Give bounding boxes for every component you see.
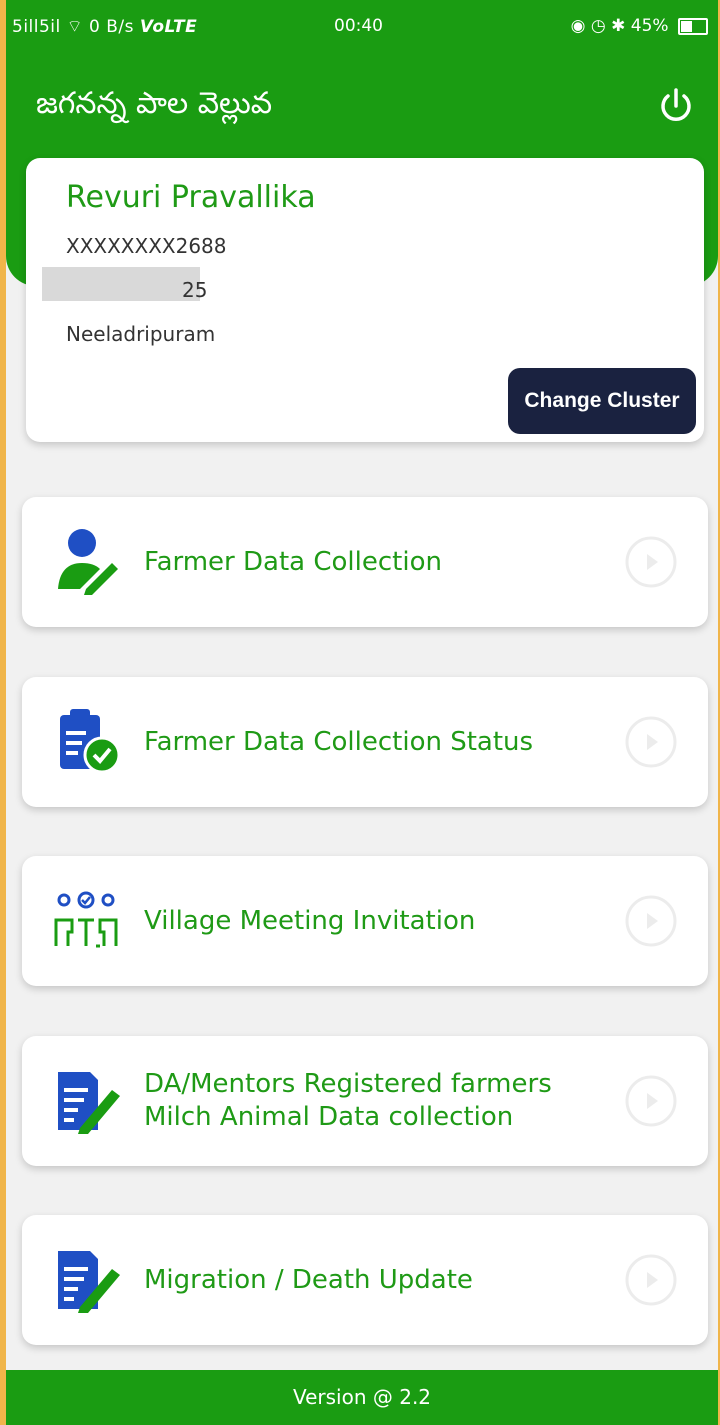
menu-village-meeting[interactable]: Village Meeting Invitation <box>22 856 708 986</box>
document-edit-icon <box>50 1066 126 1136</box>
redacted-block <box>42 267 200 301</box>
app-screen: 5ill5il ⌔ 0 B/s VoLTE 00:40 ◉ ◷ ✱ 45% జగ… <box>6 0 718 1425</box>
menu-label: Village Meeting Invitation <box>144 905 476 936</box>
profile-name: Revuri Pravallika <box>66 180 316 215</box>
profile-id: XXXXXXXX2688 <box>66 234 227 258</box>
power-icon[interactable] <box>656 86 696 126</box>
status-icons: ◉ ◷ ✱ <box>570 16 631 36</box>
play-circle-icon[interactable] <box>624 535 678 589</box>
version-footer: Version @ 2.2 <box>6 1370 718 1425</box>
clipboard-check-icon <box>50 707 126 777</box>
user-edit-icon <box>50 527 126 597</box>
app-title: జగనన్న పాల వెల్లువ <box>36 86 273 121</box>
menu-farmer-data-status[interactable]: Farmer Data Collection Status <box>22 677 708 807</box>
menu-label: Farmer Data Collection <box>144 546 442 577</box>
change-cluster-button[interactable]: Change Cluster <box>508 368 696 434</box>
signal-icon: 5ill5il <box>12 17 61 37</box>
menu-farmer-data-collection[interactable]: Farmer Data Collection <box>22 497 708 627</box>
menu-label: Farmer Data Collection Status <box>144 726 534 757</box>
play-circle-icon[interactable] <box>624 1074 678 1128</box>
profile-card: Revuri Pravallika XXXXXXXX2688 25 Neelad… <box>26 158 704 442</box>
status-left: 5ill5il ⌔ 0 B/s VoLTE <box>12 16 197 37</box>
battery-percent: 45% <box>630 16 669 36</box>
battery-icon <box>678 17 708 35</box>
meeting-icon <box>50 886 126 956</box>
play-circle-icon[interactable] <box>624 894 678 948</box>
menu-migration-death-update[interactable]: Migration / Death Update <box>22 1215 708 1345</box>
menu-label: Migration / Death Update <box>144 1264 473 1295</box>
network-speed: 0 B/s <box>89 17 135 37</box>
status-bar: 5ill5il ⌔ 0 B/s VoLTE 00:40 ◉ ◷ ✱ 45% <box>6 0 718 56</box>
menu-da-mentors-data[interactable]: DA/Mentors Registered farmers Milch Anim… <box>22 1036 708 1166</box>
menu-label: DA/Mentors Registered farmers Milch Anim… <box>144 1069 552 1132</box>
profile-partial-field: 25 <box>182 278 208 302</box>
status-right: ◉ ◷ ✱ 45% <box>571 16 708 36</box>
document-edit-icon <box>50 1245 126 1315</box>
play-circle-icon[interactable] <box>624 715 678 769</box>
profile-location: Neeladripuram <box>66 322 216 346</box>
wifi-icon: ⌔ <box>66 17 90 37</box>
volte-label: VoLTE <box>139 17 198 37</box>
play-circle-icon[interactable] <box>624 1253 678 1307</box>
status-time: 00:40 <box>334 16 383 36</box>
